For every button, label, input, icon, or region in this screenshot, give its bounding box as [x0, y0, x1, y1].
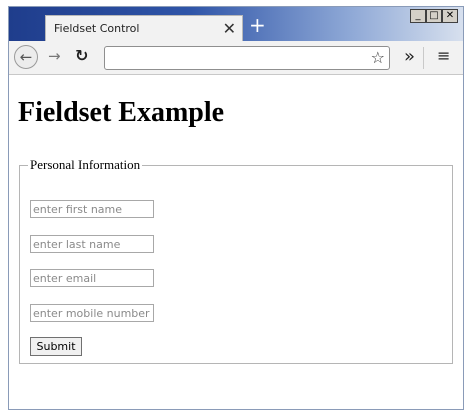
back-arrow-icon: ←: [19, 48, 33, 66]
new-tab-icon[interactable]: +: [249, 13, 266, 37]
reload-icon[interactable]: ↻: [75, 46, 88, 65]
mobile-number-input[interactable]: [30, 304, 154, 322]
fieldset-legend: Personal Information: [30, 157, 141, 172]
first-name-input[interactable]: [30, 200, 154, 218]
close-tab-icon[interactable]: ✕: [223, 19, 236, 38]
forward-arrow-icon[interactable]: →: [48, 47, 61, 65]
overflow-chevron-icon[interactable]: »: [404, 46, 415, 67]
page-title: Fieldset Example: [18, 97, 225, 128]
tab-title: Fieldset Control: [54, 22, 140, 35]
maximize-button[interactable]: □: [426, 9, 442, 23]
hamburger-menu-icon[interactable]: ≡: [437, 46, 450, 65]
window-controls: _ □ ✕: [410, 9, 458, 23]
close-window-button[interactable]: ✕: [442, 9, 458, 23]
minimize-button[interactable]: _: [410, 9, 426, 23]
toolbar-divider: [423, 47, 424, 69]
page-content: Fieldset Example Personal Information Su…: [9, 75, 463, 409]
back-button[interactable]: ←: [14, 45, 38, 69]
nav-toolbar: ← → ↻ ☆ » ≡: [9, 41, 463, 75]
address-bar[interactable]: ☆: [104, 46, 390, 70]
last-name-input[interactable]: [30, 235, 154, 253]
browser-window: _ □ ✕ Fieldset Control ✕ + ← → ↻ ☆ » ≡ F…: [8, 6, 464, 410]
personal-info-fieldset: Personal Information Submit: [19, 157, 453, 364]
bookmark-star-icon[interactable]: ☆: [371, 48, 385, 67]
submit-button[interactable]: Submit: [30, 337, 82, 356]
tab-fieldset-control[interactable]: Fieldset Control ✕: [45, 15, 243, 41]
email-input[interactable]: [30, 269, 154, 287]
title-bar: _ □ ✕ Fieldset Control ✕ +: [9, 7, 463, 41]
